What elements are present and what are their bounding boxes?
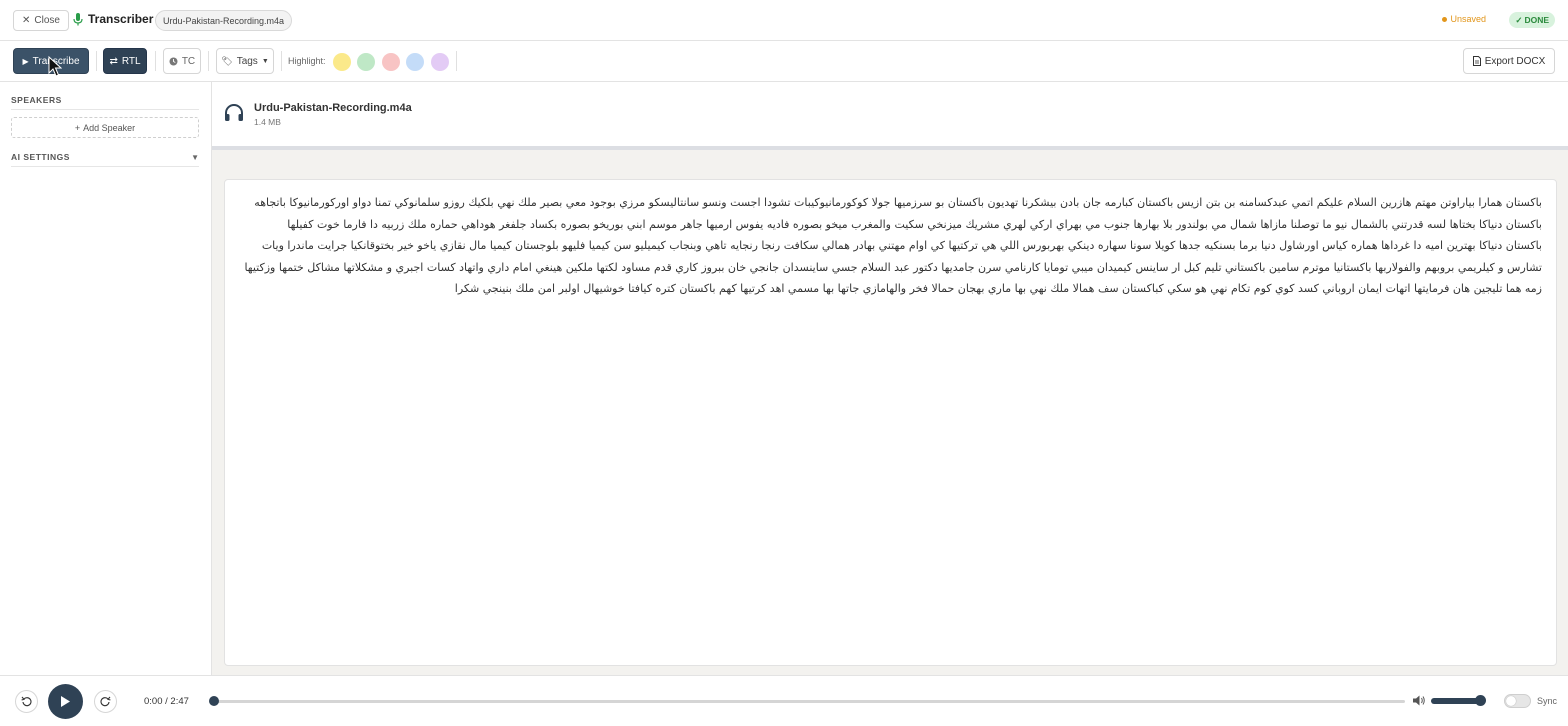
mouse-cursor-icon [48,56,62,77]
unsaved-label: Unsaved [1450,14,1486,24]
speakers-heading: SPEAKERS [11,95,62,105]
play-icon [61,696,70,707]
tags-dropdown-button[interactable]: 🏷 Tags ▼ [216,48,274,74]
tags-label: Tags [236,55,258,67]
highlight-green-swatch[interactable] [357,53,375,71]
headphones-icon [225,104,243,121]
play-button[interactable] [48,684,83,719]
check-icon: ✓ [1515,14,1523,25]
audio-player: 0:00 / 2:47 Sync [0,675,1568,726]
chevron-down-icon[interactable]: ▼ [191,153,199,162]
export-docx-button[interactable]: Export DOCX [1463,48,1555,74]
file-header: Urdu-Pakistan-Recording.m4a 1.4 MB [212,82,1568,146]
sidebar-divider [11,109,199,110]
highlight-yellow-swatch[interactable] [333,53,351,71]
transcript-line: باكستان دنياكا بهترين اميه دا غرداها هما… [261,239,1542,252]
play-icon: ▶ [22,56,29,66]
toolbar-divider [96,51,97,71]
status-badge-label: DONE [1524,15,1549,25]
chevron-down-icon: ▼ [261,57,269,65]
sync-toggle-knob [1506,696,1516,706]
toolbar-divider [155,51,156,71]
transcript-line: زمه هما تليجين هان فرمايتها اتهات ايمان … [454,282,1542,295]
toolbar-divider [281,51,282,71]
file-name: Urdu-Pakistan-Recording.m4a [254,102,412,114]
plus-icon: + [74,122,81,133]
seek-bar[interactable] [213,700,1405,703]
status-badge: ✓ DONE [1509,12,1555,28]
close-label: Close [34,15,60,26]
rewind-icon [21,696,32,707]
timecode-button[interactable]: TC [163,48,201,74]
top-bar: ✕ Close Transcriber Urdu-Pakistan-Record… [0,0,1568,41]
toolbar-divider [456,51,457,71]
clock-icon [169,57,178,65]
close-icon: ✕ [22,15,31,26]
ai-settings-heading[interactable]: AI SETTINGS [11,152,70,162]
file-size: 1.4 MB [254,117,281,127]
swap-arrows-icon: ⇄ [109,55,118,67]
rewind-button[interactable] [15,690,38,713]
app-title-label: Transcriber [88,12,154,26]
toolbar: ▶ Transcribe ⇄ RTL TC 🏷 Tags ▼ Highlight… [0,41,1568,82]
forward-icon [100,696,111,707]
rtl-toggle-button[interactable]: ⇄ RTL [103,48,147,74]
highlight-blue-swatch[interactable] [406,53,424,71]
sidebar-divider [11,166,199,167]
add-speaker-label: Add Speaker [83,122,136,133]
seek-handle[interactable] [209,696,219,706]
add-speaker-button[interactable]: + Add Speaker [11,117,199,138]
sync-toggle[interactable] [1504,694,1531,708]
tag-icon: 🏷 [221,55,233,66]
toolbar-divider [208,51,209,71]
export-label: Export DOCX [1484,55,1546,67]
transcript-line: باكستان همارا بياراوتن مهتم هازرين السلا… [254,196,1542,209]
time-display: 0:00 / 2:47 [144,696,189,707]
unsaved-dot-icon [1442,16,1448,22]
resize-handle[interactable] [212,146,1568,150]
tc-label: TC [181,55,196,67]
sidebar: SPEAKERS + Add Speaker AI SETTINGS ▼ [0,82,212,675]
highlight-label: Highlight: [288,56,326,66]
transcript-line: باكستان دنياكا بختاها لسه قدرتني بالشمال… [287,217,1542,231]
main-panel: Urdu-Pakistan-Recording.m4a 1.4 MB باكست… [212,82,1568,675]
unsaved-indicator: Unsaved [1442,14,1486,24]
forward-button[interactable] [94,690,117,713]
transcript-line: تشارس و كيلريمي بروبهم والفولاربها باكست… [244,260,1542,274]
rtl-label: RTL [121,55,141,67]
highlight-purple-swatch[interactable] [431,53,449,71]
app-title: Transcriber [73,12,153,26]
highlight-red-swatch[interactable] [382,53,400,71]
close-button[interactable]: ✕ Close [13,10,69,31]
volume-icon[interactable] [1412,694,1426,707]
document-icon [1472,56,1481,66]
microphone-icon [73,12,83,25]
sync-label: Sync [1537,696,1558,706]
file-name-chip: Urdu-Pakistan-Recording.m4a [155,10,293,31]
volume-handle[interactable] [1475,695,1486,706]
transcript-editor[interactable]: باكستان همارا بياراوتن مهتم هازرين السلا… [224,179,1557,666]
